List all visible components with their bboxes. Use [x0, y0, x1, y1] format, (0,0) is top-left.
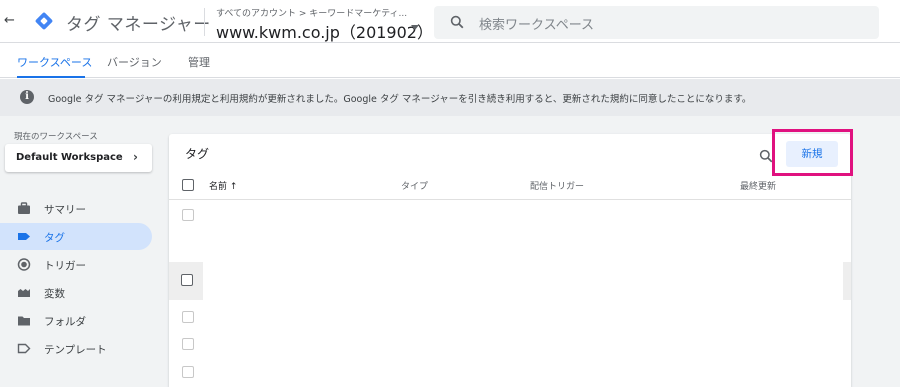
column-header-trigger[interactable]: 配信トリガー [530, 179, 584, 192]
tab-bar: ワークスペース バージョン 管理 [0, 43, 900, 78]
sidebar-item-label: 変数 [44, 288, 65, 300]
template-icon [17, 343, 31, 354]
trigger-icon [17, 258, 31, 271]
sidebar-item-tags[interactable]: タグ [0, 223, 152, 250]
row-checkbox[interactable] [181, 274, 193, 286]
header-divider [169, 199, 851, 200]
tab-versions[interactable]: バージョン [107, 54, 162, 70]
row-checkbox[interactable] [182, 209, 194, 221]
tags-card: タグ 新規 名前 ↑ タイプ 配信トリガー 最終更新 [169, 134, 851, 387]
search-placeholder: 検索ワークスペース [479, 18, 595, 33]
sidebar-item-templates[interactable]: テンプレート [0, 335, 152, 362]
sidebar-item-label: サマリー [44, 204, 86, 216]
chevron-down-icon[interactable] [411, 25, 419, 30]
column-header-type[interactable]: タイプ [401, 179, 428, 192]
info-icon: i [20, 90, 34, 104]
column-header-last-edited[interactable]: 最終更新 [740, 179, 776, 192]
workspace-selector[interactable]: Default Workspace › [5, 144, 152, 172]
search-icon [450, 15, 464, 29]
tab-workspace[interactable]: ワークスペース [17, 54, 92, 70]
chevron-right-icon: › [133, 150, 138, 164]
sidebar-item-variables[interactable]: 変数 [0, 279, 152, 306]
sidebar-item-label: トリガー [44, 260, 86, 272]
active-tab-indicator [17, 76, 85, 78]
sidebar-item-triggers[interactable]: トリガー [0, 251, 152, 278]
tab-admin[interactable]: 管理 [188, 54, 210, 70]
card-title: タグ [185, 147, 210, 161]
row-checkbox[interactable] [182, 338, 194, 350]
header-divider [204, 8, 205, 36]
sidebar-item-folders[interactable]: フォルダ [0, 307, 152, 334]
column-header-name[interactable]: 名前 ↑ [209, 179, 237, 192]
sidebar-item-overview[interactable]: サマリー [0, 195, 152, 222]
tag-manager-logo-icon [35, 12, 53, 30]
scrollbar-track[interactable] [843, 262, 851, 300]
folder-icon [18, 316, 30, 326]
product-name: タグ マネージャー [66, 15, 211, 35]
variables-icon [18, 289, 30, 297]
search-icon[interactable] [759, 149, 773, 163]
sidebar-item-label: タグ [44, 232, 65, 244]
briefcase-icon [18, 202, 30, 214]
sidebar-item-label: フォルダ [44, 316, 86, 328]
select-all-checkbox[interactable] [182, 179, 194, 191]
new-tag-button[interactable]: 新規 [786, 141, 838, 167]
tag-icon [18, 233, 30, 240]
row-checkbox[interactable] [182, 311, 194, 323]
sidebar-item-label: テンプレート [44, 344, 107, 356]
breadcrumb[interactable]: すべてのアカウント > キーワードマーケティ... [216, 6, 407, 19]
current-workspace-label: 現在のワークスペース [14, 132, 98, 142]
workspace-name: Default Workspace [16, 152, 123, 163]
back-arrow-icon[interactable]: ← [4, 12, 18, 30]
top-app-bar: ← タグ マネージャー すべてのアカウント > キーワードマーケティ... ww… [0, 0, 900, 43]
container-selector[interactable]: www.kwm.co.jp（201902） [216, 19, 433, 43]
row-checkbox[interactable] [182, 366, 194, 378]
workspace-search-input[interactable]: 検索ワークスペース [434, 6, 879, 39]
notice-banner: i Google タグ マネージャーの利用規定と利用規約が更新されました。Goo… [0, 79, 900, 116]
notice-text: Google タグ マネージャーの利用規定と利用規約が更新されました。Googl… [48, 94, 752, 105]
